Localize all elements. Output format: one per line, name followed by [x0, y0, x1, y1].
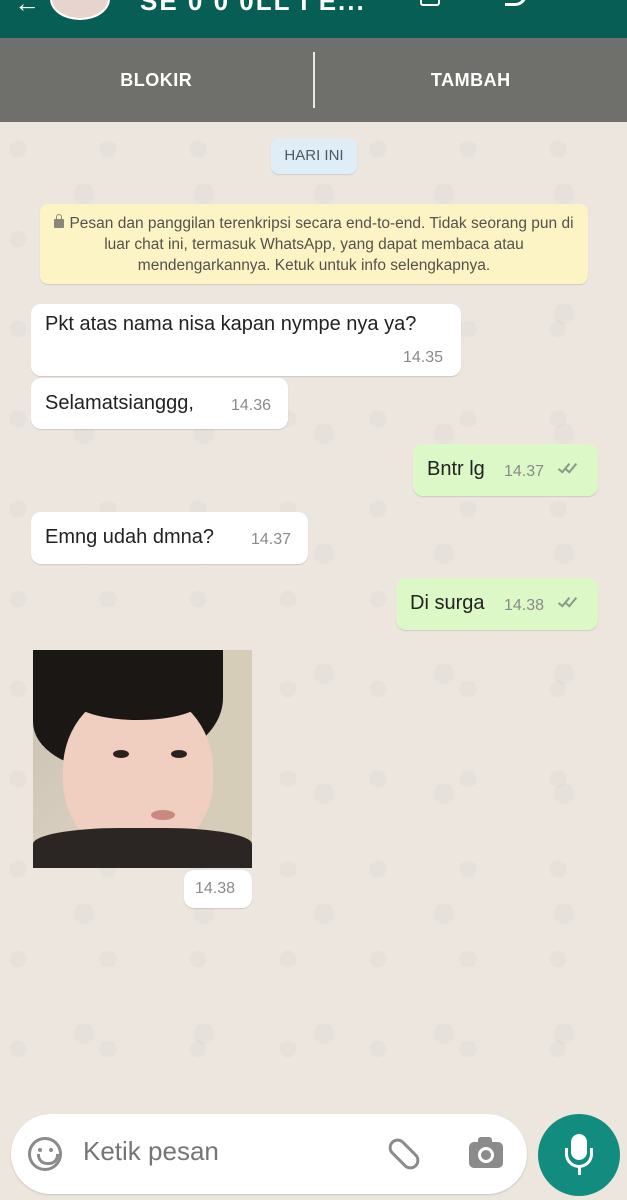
chat-area[interactable]: HARI INI Pesan dan panggilan terenkripsi…: [0, 122, 627, 1100]
message-time: 14.35: [403, 349, 444, 366]
back-arrow-icon[interactable]: ←: [14, 0, 40, 19]
message-time: 14.38: [504, 597, 545, 614]
camera-icon[interactable]: [469, 1137, 503, 1168]
photo-eye: [113, 750, 129, 758]
message-outgoing[interactable]: Di surga 14.38: [396, 578, 598, 630]
emoji-icon[interactable]: [28, 1137, 62, 1171]
unknown-contact-actions: BLOKIR TAMBAH: [0, 38, 627, 122]
chat-header: ← SE 0 0 0LL I E...: [0, 0, 627, 38]
composer-bar: [0, 1100, 627, 1200]
block-button[interactable]: BLOKIR: [0, 38, 313, 122]
message-incoming[interactable]: Selamatsianggg, 14.36: [31, 378, 288, 429]
image-message[interactable]: [33, 650, 252, 868]
double-check-icon: [555, 460, 581, 477]
message-incoming[interactable]: Pkt atas nama nisa kapan nympe nya ya? 1…: [31, 304, 461, 376]
photo-eye: [171, 750, 187, 758]
message-input[interactable]: [83, 1136, 373, 1167]
date-separator: HARI INI: [271, 138, 357, 174]
add-contact-button[interactable]: TAMBAH: [315, 38, 627, 122]
mic-button[interactable]: [538, 1114, 620, 1196]
lock-icon: [54, 214, 65, 228]
video-call-icon[interactable]: [420, 0, 440, 6]
message-text: Emng udah dmna?: [45, 526, 215, 548]
message-input-container[interactable]: [11, 1114, 527, 1194]
double-check-icon: [555, 594, 581, 611]
attach-icon[interactable]: [384, 1134, 424, 1174]
mic-stand: [565, 1148, 593, 1168]
message-time: 14.37: [251, 531, 292, 548]
message-incoming[interactable]: Emng udah dmna? 14.37: [31, 512, 308, 564]
photo-bangs: [73, 680, 203, 720]
voice-call-icon[interactable]: [505, 0, 527, 6]
mic-leg: [578, 1167, 581, 1175]
message-text: Di surga: [410, 592, 485, 614]
photo-shirt: [33, 828, 252, 868]
message-time: 14.37: [504, 463, 545, 480]
image-time-badge: 14.38: [184, 870, 252, 908]
contact-name[interactable]: SE 0 0 0LL I E...: [140, 0, 366, 17]
message-text: Bntr lg: [427, 458, 485, 480]
message-outgoing[interactable]: Bntr lg 14.37: [413, 444, 598, 496]
message-time: 14.38: [195, 880, 236, 897]
encryption-notice[interactable]: Pesan dan panggilan terenkripsi secara e…: [40, 204, 588, 284]
message-text: Selamatsianggg,: [45, 392, 194, 414]
photo-mouth: [151, 810, 175, 820]
contact-avatar[interactable]: [50, 0, 110, 20]
message-time: 14.36: [231, 397, 272, 414]
message-text: Pkt atas nama nisa kapan nympe nya ya?: [45, 313, 417, 335]
encryption-notice-text: Pesan dan panggilan terenkripsi secara e…: [69, 215, 574, 274]
